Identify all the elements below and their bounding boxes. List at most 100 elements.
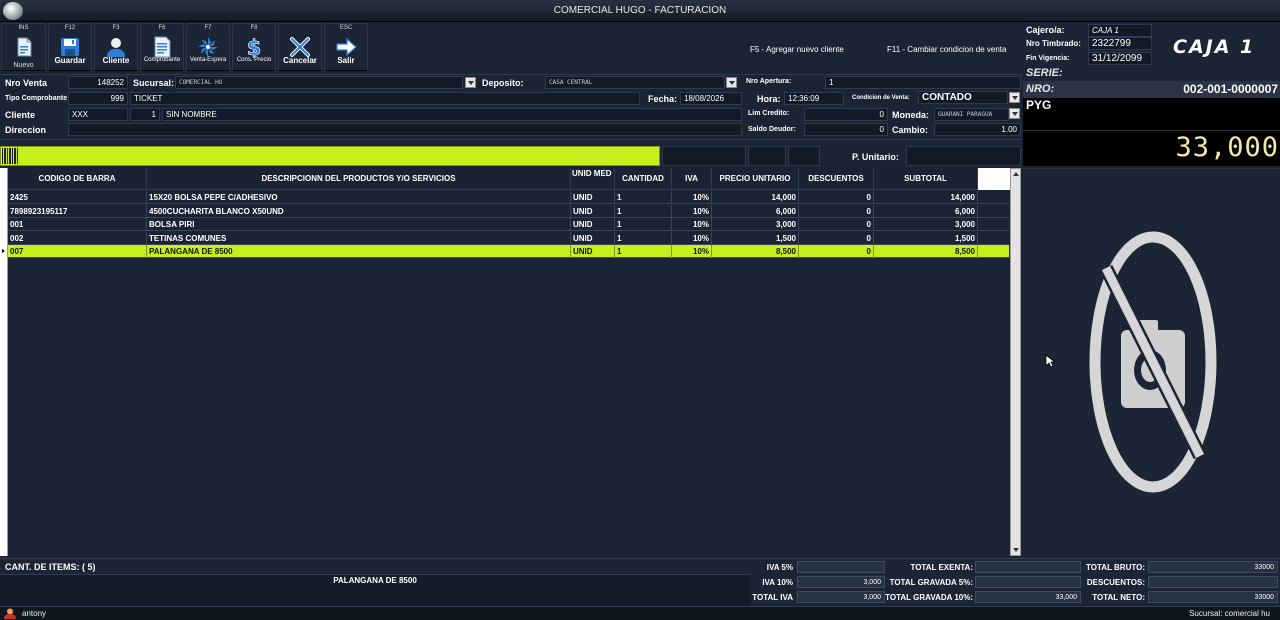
- shortcut-label: F3: [112, 25, 120, 31]
- table-cell[interactable]: 007: [8, 245, 147, 258]
- table-cell[interactable]: UNID: [571, 245, 615, 258]
- cliente-code-field[interactable]: XXX: [68, 108, 128, 121]
- table-cell[interactable]: 3,000: [874, 218, 978, 231]
- cancelar-button[interactable]: Cancelar: [278, 23, 322, 71]
- hora-field[interactable]: 12:36:09: [784, 92, 844, 105]
- table-cell[interactable]: 002: [8, 231, 147, 245]
- guardar-button[interactable]: F12 Guardar: [48, 23, 92, 71]
- table-row[interactable]: 7898923195117 4500CUCHARITA BLANCO X50UND…: [8, 204, 1009, 218]
- venta-espera-button[interactable]: F7 Venta-Espera: [186, 23, 230, 71]
- table-row[interactable]: 007 PALANGANA DE 8500 UNID 1 10% 8,500 0 8,500: [8, 245, 1009, 258]
- sucursal-select[interactable]: COMERCIAL HU: [175, 76, 463, 89]
- p-unitario-field[interactable]: [906, 146, 1021, 166]
- sucursal-chevron-down-icon[interactable]: [465, 77, 476, 88]
- condicion-select[interactable]: CONTADO: [918, 91, 1008, 104]
- nro-label: NRO:: [1026, 83, 1055, 95]
- col-unid-med[interactable]: UNID MED: [571, 168, 615, 190]
- grid-header: CODIGO DE BARRA DESCRIPCIONN DEL PRODUCT…: [8, 168, 1010, 190]
- barcode-scan-input[interactable]: [0, 146, 660, 166]
- deposito-select[interactable]: CASA CENTRAL: [545, 76, 725, 89]
- cliente-num-field[interactable]: 1: [130, 108, 160, 121]
- table-cell[interactable]: UNID: [571, 204, 615, 218]
- table-cell[interactable]: 0: [799, 231, 874, 245]
- condicion-chevron-down-icon[interactable]: [1009, 92, 1020, 103]
- deposito-chevron-down-icon[interactable]: [726, 77, 737, 88]
- table-cell[interactable]: UNID: [571, 218, 615, 231]
- cajero-field: CAJA 1: [1088, 24, 1152, 37]
- cliente-button[interactable]: F3 Cliente: [94, 23, 138, 71]
- table-cell[interactable]: 14,000: [712, 191, 799, 204]
- table-cell[interactable]: 1: [615, 218, 672, 231]
- table-cell[interactable]: 8,500: [712, 245, 799, 258]
- table-cell[interactable]: 10%: [672, 204, 712, 218]
- table-row[interactable]: 002 TETINAS COMUNES UNID 1 10% 1,500 0 1,500: [8, 231, 1009, 245]
- table-cell[interactable]: 0: [799, 218, 874, 231]
- table-cell[interactable]: 0: [799, 204, 874, 218]
- table-cell[interactable]: 10%: [672, 231, 712, 245]
- table-cell[interactable]: 8,500: [874, 245, 978, 258]
- table-cell[interactable]: 6,000: [874, 204, 978, 218]
- fecha-field[interactable]: 18/08/2026: [680, 92, 742, 105]
- col-subtotal[interactable]: SUBTOTAL: [874, 168, 978, 190]
- table-cell[interactable]: 10%: [672, 218, 712, 231]
- direccion-field[interactable]: [68, 123, 742, 136]
- table-cell[interactable]: 10%: [672, 245, 712, 258]
- table-cell[interactable]: 1: [615, 245, 672, 258]
- table-cell[interactable]: 001: [8, 218, 147, 231]
- cambio-label: Cambio:: [892, 125, 928, 135]
- status-sucursal: Sucursal: comercial hu: [1189, 609, 1270, 618]
- button-label: Guardar: [54, 56, 86, 65]
- table-cell[interactable]: BOLSA PIRI: [147, 218, 571, 231]
- vigencia-field: 31/12/2099: [1088, 52, 1152, 65]
- table-cell[interactable]: 3,000: [712, 218, 799, 231]
- table-cell[interactable]: 1,500: [874, 231, 978, 245]
- table-row[interactable]: 001 BOLSA PIRI UNID 1 10% 3,000 0 3,000: [8, 218, 1009, 231]
- col-descripcion[interactable]: DESCRIPCIONN DEL PRODUCTOS Y/O SERVICIOS: [147, 168, 571, 190]
- table-cell[interactable]: 1: [615, 204, 672, 218]
- nro-venta-field[interactable]: 148252: [68, 76, 128, 89]
- scroll-up-icon[interactable]: [1013, 172, 1019, 176]
- table-cell[interactable]: 0: [799, 245, 874, 258]
- cambio-field[interactable]: 1.00: [934, 123, 1021, 136]
- nro-apertura-field[interactable]: 1: [825, 76, 1021, 89]
- grid-scrollbar[interactable]: [1010, 168, 1021, 556]
- tipo-comprobante-field[interactable]: TICKET: [130, 92, 640, 105]
- table-cell[interactable]: 1,500: [712, 231, 799, 245]
- scroll-down-icon[interactable]: [1013, 548, 1019, 552]
- table-row[interactable]: 2425 15X20 BOLSA PEPE C/ADHESIVO UNID 1 10% 1…: [8, 191, 1009, 204]
- vigencia-label: Fin Vigencia:: [1026, 55, 1070, 62]
- table-cell[interactable]: 2425: [8, 191, 147, 204]
- salir-button[interactable]: ESC Salir: [324, 23, 368, 71]
- mouse-cursor-icon: [1045, 354, 1055, 368]
- table-cell[interactable]: UNID: [571, 231, 615, 245]
- table-cell[interactable]: 0: [799, 191, 874, 204]
- nuevo-button[interactable]: INS Nuevo: [1, 23, 46, 71]
- comprobante-button[interactable]: F6 Comprobante: [140, 23, 184, 71]
- table-cell[interactable]: UNID: [571, 191, 615, 204]
- table-cell[interactable]: 4500CUCHARITA BLANCO X50UND: [147, 204, 571, 218]
- table-cell[interactable]: 10%: [672, 191, 712, 204]
- table-cell[interactable]: 1: [615, 191, 672, 204]
- col-cantidad[interactable]: CANTIDAD: [615, 168, 672, 190]
- table-cell[interactable]: 1: [615, 231, 672, 245]
- table-cell[interactable]: 7898923195117: [8, 204, 147, 218]
- col-iva[interactable]: IVA: [672, 168, 712, 190]
- table-cell[interactable]: TETINAS COMUNES: [147, 231, 571, 245]
- tipo-code-field[interactable]: 999: [68, 92, 128, 105]
- col-precio-unitario[interactable]: PRECIO UNITARIO: [712, 168, 799, 190]
- col-descuentos[interactable]: DESCUENTOS: [799, 168, 874, 190]
- bruto-label: TOTAL BRUTO:: [1086, 563, 1145, 572]
- scan-iva-field[interactable]: [788, 146, 820, 166]
- moneda-chevron-down-icon[interactable]: [1009, 108, 1020, 119]
- moneda-select[interactable]: GUARANI PARAGUA: [934, 108, 1009, 121]
- table-cell[interactable]: 14,000: [874, 191, 978, 204]
- cons-precio-button[interactable]: F8 $ Cons. Precio: [232, 23, 276, 71]
- cliente-nombre-field[interactable]: SIN NOMBRE: [162, 108, 742, 121]
- table-cell[interactable]: 6,000: [712, 204, 799, 218]
- total-iva-label: TOTAL IVA: [752, 593, 793, 602]
- scan-unit-field[interactable]: [748, 146, 786, 166]
- col-codigo[interactable]: CODIGO DE BARRA: [8, 168, 147, 190]
- table-cell[interactable]: 15X20 BOLSA PEPE C/ADHESIVO: [147, 191, 571, 204]
- scan-qty-field[interactable]: [662, 146, 746, 166]
- table-cell[interactable]: PALANGANA DE 8500: [147, 245, 571, 258]
